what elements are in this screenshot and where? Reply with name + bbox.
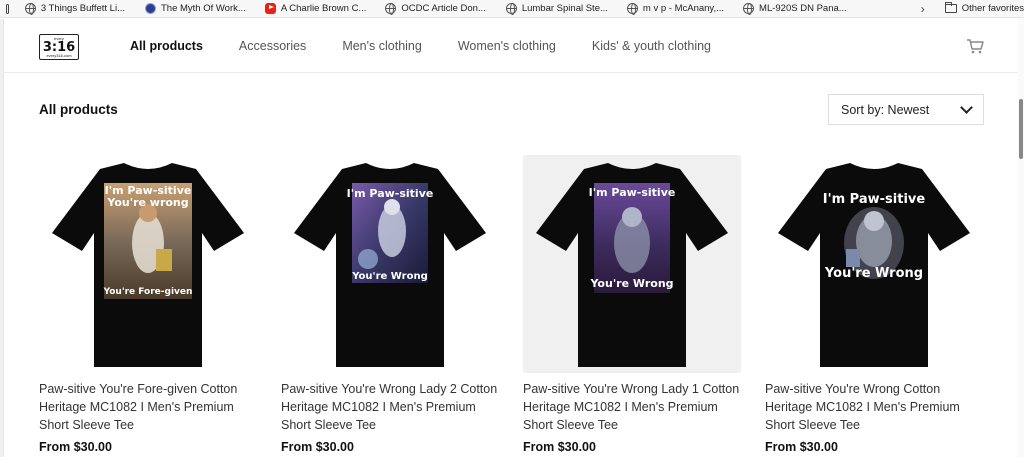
product-card[interactable]: I'm Paw-sitive You're Wrong Paw-sitive Y… <box>765 155 983 457</box>
product-name[interactable]: Paw-sitive You're Wrong Lady 1 Cotton He… <box>523 380 741 434</box>
bookmark-label: The Myth Of Work... <box>160 3 246 14</box>
other-favorites-label: Other favorites <box>961 3 1024 14</box>
other-favorites-folder[interactable]: Other favorites <box>944 0 1024 18</box>
bookmark-item[interactable]: 3 Things Buffett Li... <box>24 0 125 18</box>
globe-icon <box>743 3 755 15</box>
nav-kids-youth-clothing[interactable]: Kids' & youth clothing <box>592 39 711 53</box>
sort-dropdown[interactable]: Sort by: Newest <box>828 94 984 125</box>
store-logo[interactable]: every 3:16 every316.com <box>39 34 79 60</box>
bookmark-label: OCDC Article Don... <box>401 3 486 14</box>
product-card[interactable]: I'm Paw-sitive You're wrong You're Fore-… <box>39 155 257 457</box>
bookmarks-bar: 3 Things Buffett Li... The Myth Of Work.… <box>0 0 1024 18</box>
nav-all-products[interactable]: All products <box>130 39 203 53</box>
bookmark-item[interactable]: A Charlie Brown C... <box>264 0 367 18</box>
print-bottom-text: You're Wrong <box>351 271 428 282</box>
product-price: From $30.00 <box>765 440 838 454</box>
product-image[interactable]: I'm Paw-sitive You're wrong You're Fore-… <box>39 155 257 373</box>
bookmark-label: Lumbar Spinal Ste... <box>521 3 608 14</box>
print-bottom-text: You're Wrong <box>589 277 673 290</box>
page-title: All products <box>39 102 118 117</box>
product-price: From $30.00 <box>39 440 112 454</box>
nav-womens-clothing[interactable]: Women's clothing <box>458 39 556 53</box>
product-name[interactable]: Paw-sitive You're Wrong Cotton Heritage … <box>765 380 983 434</box>
folder-icon <box>944 2 957 13</box>
bookmark-item[interactable]: Lumbar Spinal Ste... <box>505 0 608 18</box>
scrollbar-thumb[interactable] <box>1019 99 1023 159</box>
logo-main-text: 3:16 <box>42 39 76 55</box>
bookmark-item[interactable]: OCDC Article Don... <box>385 0 486 18</box>
globe-icon <box>505 3 517 15</box>
print-top2-text: You're wrong <box>106 196 188 209</box>
bookmark-label: A Charlie Brown C... <box>280 3 367 14</box>
store-page: every 3:16 every316.com All products Acc… <box>0 19 1024 457</box>
print-bottom-text: You're Wrong <box>824 266 923 281</box>
print-top-text: I'm Paw-sitive <box>823 192 926 207</box>
product-image[interactable]: I'm Paw-sitive You're Wrong <box>281 155 499 373</box>
product-card[interactable]: I'm Paw-sitive You're Wrong Paw-sitive Y… <box>281 155 499 457</box>
tshirt-image: I'm Paw-sitive You're Wrong <box>778 163 970 367</box>
product-image[interactable]: I'm Paw-sitive You're Wrong <box>523 155 741 373</box>
product-grid: I'm Paw-sitive You're wrong You're Fore-… <box>39 155 984 457</box>
chevron-right-icon[interactable]: › <box>921 2 925 16</box>
product-name[interactable]: Paw-sitive You're Fore-given Cotton Heri… <box>39 380 257 434</box>
product-card[interactable]: I'm Paw-sitive You're Wrong Paw-sitive Y… <box>523 155 741 457</box>
chevron-down-icon <box>960 100 973 114</box>
globe-icon <box>626 3 638 15</box>
sidebar-toggle-icon[interactable] <box>6 3 9 14</box>
bookmark-item[interactable]: m v p - McAnany,... <box>626 0 725 18</box>
bookmark-item[interactable]: The Myth Of Work... <box>144 0 246 18</box>
tshirt-image: I'm Paw-sitive You're Wrong <box>536 163 728 367</box>
print-top-text: I'm Paw-sitive <box>589 186 676 199</box>
product-price: From $30.00 <box>523 440 596 454</box>
page-edge <box>0 19 4 457</box>
nav-mens-clothing[interactable]: Men's clothing <box>342 39 422 53</box>
cart-icon[interactable] <box>966 38 984 54</box>
nav-accessories[interactable]: Accessories <box>239 39 306 53</box>
product-name[interactable]: Paw-sitive You're Wrong Lady 2 Cotton He… <box>281 380 499 434</box>
page-scrollbar[interactable] <box>1018 19 1024 457</box>
tshirt-image: I'm Paw-sitive You're Wrong <box>294 163 486 367</box>
bookmark-item[interactable]: ML-920S DN Pana... <box>743 0 847 18</box>
main-nav: All products Accessories Men's clothing … <box>130 19 747 73</box>
tshirt-image: I'm Paw-sitive You're wrong You're Fore-… <box>52 163 244 367</box>
bookmark-label: ML-920S DN Pana... <box>759 3 847 14</box>
globe-icon <box>385 3 397 15</box>
site-icon <box>144 3 156 14</box>
print-top-text: I'm Paw-sitive <box>347 187 434 200</box>
product-price: From $30.00 <box>281 440 354 454</box>
globe-icon <box>24 3 36 15</box>
logo-bottom-text: every316.com <box>46 52 72 58</box>
bookmark-label: 3 Things Buffett Li... <box>40 3 125 14</box>
bookmark-label: m v p - McAnany,... <box>642 3 725 14</box>
youtube-icon <box>264 3 276 14</box>
product-image[interactable]: I'm Paw-sitive You're Wrong <box>765 155 983 373</box>
site-header: every 3:16 every316.com All products Acc… <box>4 19 1018 73</box>
print-bottom-text: You're Fore-given <box>103 287 193 297</box>
sort-label: Sort by: Newest <box>841 102 930 117</box>
